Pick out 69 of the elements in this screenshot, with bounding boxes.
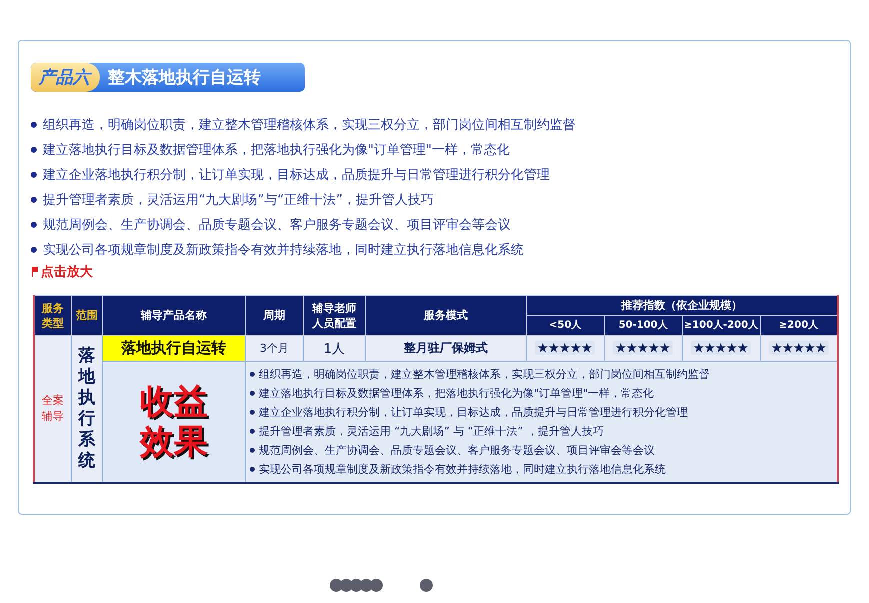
benefit-label: 收益效果 <box>138 382 209 462</box>
table-cell: 落地执行自运转 <box>102 336 246 362</box>
benefit-text: 组织再造，明确岗位职责，建立整木管理稽核体系，实现三权分立，部门岗位间相互制约监督 <box>259 367 710 382</box>
star-icon <box>738 343 748 353</box>
star-icon <box>649 343 660 353</box>
bullet-text: 组织再造，明确岗位职责，建立整木管理稽核体系，实现三权分立，部门岗位间相互制约监督 <box>43 116 576 134</box>
table-cell: 3个月 <box>246 336 304 362</box>
benefit-text: 规范周例会、生产协调会、品质专题会议、客户服务专题会议、项目评审会等会议 <box>259 443 655 458</box>
pager-dot-icon[interactable] <box>420 579 433 592</box>
star-icon <box>816 343 826 353</box>
star-icon <box>538 343 548 353</box>
bullet-icon <box>250 391 255 396</box>
star-icon <box>627 343 638 353</box>
bullet-icon <box>250 372 255 377</box>
star-icon <box>616 343 626 353</box>
star-icon <box>772 343 782 353</box>
header-cell: 范围 <box>72 296 102 336</box>
star-icon <box>694 343 704 353</box>
benefit-text: 实现公司各项规章制度及新政策指令有效并持续落地，同时建立执行落地信息化系统 <box>259 462 666 477</box>
table-cell: 整月驻厂保姆式 <box>366 336 526 362</box>
star-icon <box>560 343 570 353</box>
flag-icon <box>31 267 38 277</box>
header-cell: 50-100人 <box>604 316 682 336</box>
bullet-icon <box>250 448 255 453</box>
star-icon <box>794 343 804 353</box>
bullet-icon <box>31 196 37 202</box>
table-cell: 全案辅导 <box>34 336 72 483</box>
header-cell: 辅导产品名称 <box>102 296 246 336</box>
header-cell: 周期 <box>246 296 304 336</box>
star-icon <box>638 343 648 353</box>
star-icon <box>571 343 582 353</box>
star-icon <box>705 343 716 353</box>
header-cell: ≥200人 <box>760 316 838 336</box>
bullet-text: 建立落地执行目标及数据管理体系，把落地执行强化为像"订单管理"一样，常态化 <box>43 142 510 158</box>
product-title: 整木落地执行自运转 <box>107 67 261 89</box>
bullet-text: 建立企业落地执行积分制，让订单实现，目标达成，品质提升与日常管理进行积分化管理 <box>43 166 550 184</box>
star-icon <box>782 343 793 353</box>
bullet-icon <box>250 410 255 415</box>
bullet-text: 规范周例会、生产协调会、品质专题会议、客户服务专题会议、项目评审会等会议 <box>43 216 511 234</box>
pager-dot-icon[interactable] <box>370 579 383 592</box>
header-cell: 推荐指数（依企业规模） <box>526 296 838 316</box>
star-icon <box>660 343 670 353</box>
bullet-text: 实现公司各项规章制度及新政策指令有效并持续落地，同时建立执行落地信息化系统 <box>43 242 524 258</box>
bullet-icon <box>31 146 37 152</box>
table-cell: 落地执行系统 <box>72 336 102 483</box>
star-icon <box>804 343 815 353</box>
bullet-icon <box>250 429 255 434</box>
pager-dot-icon[interactable] <box>330 579 343 592</box>
zoom-link[interactable]: 点击放大 <box>41 263 93 281</box>
star-icon <box>727 343 738 353</box>
bullet-icon <box>31 122 37 128</box>
bullet-icon <box>250 467 255 472</box>
product-tag: 产品六 <box>31 63 100 92</box>
header-cell: 辅导老师人员配置 <box>304 296 366 336</box>
bullet-text: 提升管理者素质，灵活运用“九大剧场”与“正维十法”，提升管人技巧 <box>43 192 434 208</box>
header-cell: ≥100人-200人 <box>682 316 760 336</box>
star-icon <box>582 343 592 353</box>
star-icon <box>716 343 726 353</box>
bullet-icon <box>31 172 37 178</box>
table-cell: 1人 <box>304 336 366 362</box>
benefit-text: 提升管理者素质，灵活运用 “九大剧场” 与 “正维十法” ，提升管人技巧 <box>259 424 604 439</box>
benefit-text: 建立企业落地执行积分制，让订单实现，目标达成，品质提升与日常管理进行积分化管理 <box>259 405 688 420</box>
bullet-icon <box>31 246 37 252</box>
header-cell: 服务模式 <box>366 296 526 336</box>
header-cell: 服务类型 <box>34 296 72 336</box>
bullet-icon <box>31 222 37 228</box>
star-icon <box>549 343 560 353</box>
header-cell: <50人 <box>526 316 604 336</box>
benefit-text: 建立落地执行目标及数据管理体系，把落地执行强化为像"订单管理"一样，常态化 <box>259 386 654 401</box>
